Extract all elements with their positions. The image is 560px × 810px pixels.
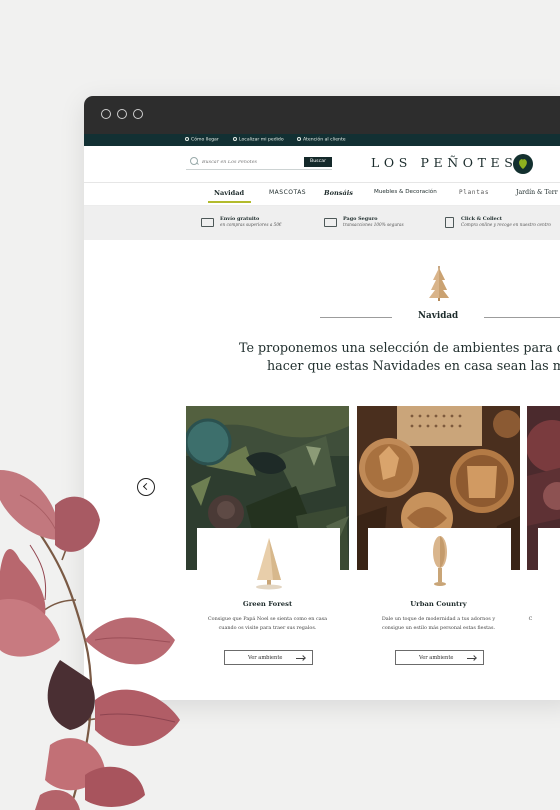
- ambiente-card-urban-country[interactable]: Urban Country Dale un toque de modernida…: [357, 406, 520, 668]
- utility-bar: Cómo llegar Localizar mi pedido Atención…: [84, 134, 560, 146]
- browser-window: Cómo llegar Localizar mi pedido Atención…: [84, 96, 560, 700]
- card-description: C: [528, 616, 533, 622]
- arrow-right-icon: [296, 657, 305, 659]
- nav-item-jardin-terraza[interactable]: Jardín & Terr: [516, 189, 558, 196]
- active-nav-indicator: [208, 201, 251, 203]
- user-icon: [297, 137, 301, 141]
- topbar-link-como-llegar[interactable]: Cómo llegar: [185, 137, 219, 142]
- topbar-link-atencion-cliente[interactable]: Atención al cliente: [297, 137, 346, 142]
- shopping-bag-icon: [445, 217, 454, 228]
- christmas-tree-icon: [429, 266, 449, 301]
- location-pin-icon: [185, 137, 189, 141]
- ver-ambiente-button[interactable]: Ver ambiente: [224, 650, 313, 665]
- benefits-bar: Envío gratuito en compras superiores a 5…: [84, 206, 560, 240]
- nav-item-muebles-decoracion[interactable]: Muebles & Decoración: [374, 189, 437, 195]
- site-header: Buscar LOS PEÑOTES: [84, 146, 560, 183]
- search-icon: [190, 157, 198, 165]
- ambiente-card-green-forest[interactable]: Green Forest Consigue que Papá Noel se s…: [186, 406, 349, 668]
- topbar-link-localizar-pedido[interactable]: Localizar mi pedido: [233, 137, 284, 142]
- window-control-minimize[interactable]: [117, 109, 127, 119]
- wooden-tree-icon: [433, 536, 447, 586]
- window-control-close[interactable]: [101, 109, 111, 119]
- window-control-maximize[interactable]: [133, 109, 143, 119]
- card-description: Consigue que Papá Noel se sienta como en…: [207, 616, 328, 631]
- card-title: Green Forest: [242, 600, 293, 608]
- logo-leaf-icon[interactable]: [513, 154, 533, 174]
- search-bar: Buscar: [186, 156, 332, 170]
- card-panel: [197, 528, 340, 594]
- delivery-truck-icon: [201, 218, 214, 227]
- browser-titlebar: [84, 96, 560, 134]
- ambiente-card-partial[interactable]: C: [527, 406, 560, 668]
- carousel-prev-button[interactable]: [137, 478, 155, 496]
- nav-item-bonsais[interactable]: Bonsáis: [324, 189, 353, 197]
- section-headline: Te proponemos una selección de ambientes…: [239, 340, 560, 373]
- main-navigation: Navidad MASCOTAS Bonsáis Muebles & Decor…: [84, 183, 560, 206]
- search-button[interactable]: Buscar: [304, 157, 332, 167]
- card-panel: [368, 528, 511, 594]
- section-divider-right: [484, 317, 560, 318]
- chevron-left-icon: [142, 482, 151, 491]
- card-panel: [538, 528, 560, 594]
- section-divider-left: [320, 317, 392, 318]
- card-title: Urban Country: [410, 600, 467, 608]
- arrow-right-icon: [467, 657, 476, 659]
- nav-item-mascotas[interactable]: MASCOTAS: [269, 189, 306, 196]
- package-icon: [233, 137, 237, 141]
- section-title: Navidad: [418, 311, 459, 321]
- credit-card-icon: [324, 218, 337, 227]
- search-input[interactable]: [202, 158, 286, 167]
- site-logo[interactable]: LOS PEÑOTES: [371, 155, 517, 170]
- nav-item-navidad[interactable]: Navidad: [214, 189, 244, 197]
- wooden-tree-icon: [256, 538, 282, 590]
- nav-item-plantas[interactable]: Plantas: [459, 189, 489, 196]
- ver-ambiente-button[interactable]: Ver ambiente: [395, 650, 484, 665]
